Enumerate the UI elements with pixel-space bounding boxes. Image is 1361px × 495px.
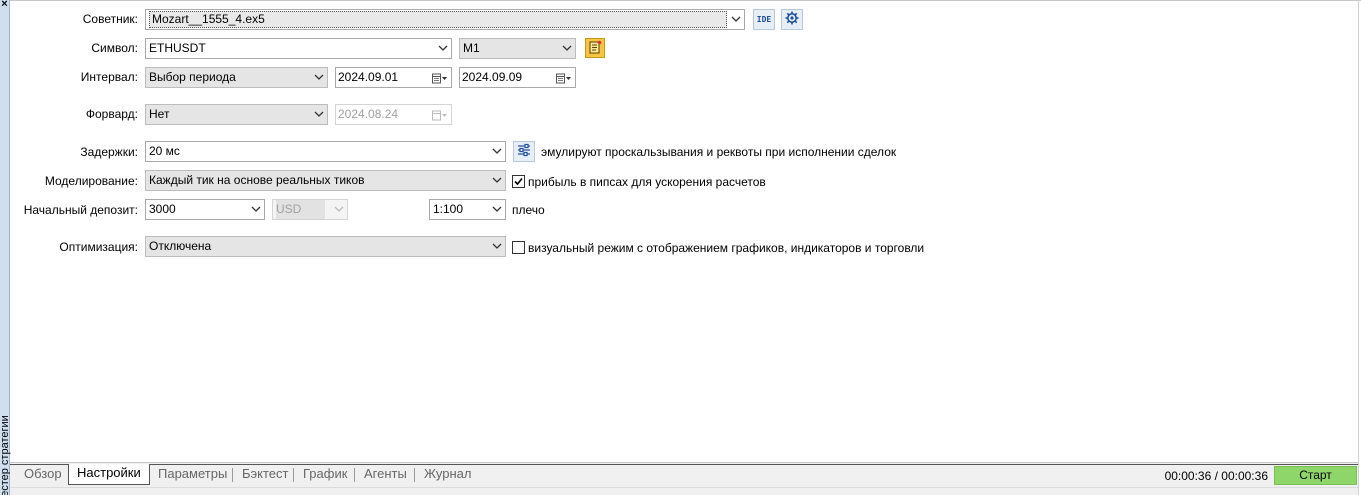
tab-separator: [414, 468, 415, 482]
start-button[interactable]: Старт: [1274, 466, 1357, 485]
chevron-down-icon: [562, 43, 572, 53]
ide-button[interactable]: IDE: [753, 9, 775, 30]
sliders-icon: [517, 143, 531, 160]
checkmark-icon: [514, 177, 523, 186]
forward-date-picker: 2024.08.24: [335, 104, 452, 125]
deposit-amount-select[interactable]: 3000: [145, 199, 265, 220]
pips-note: прибыль в пипсах для ускорения расчетов: [528, 175, 766, 189]
tab-backtest[interactable]: Бэктест: [234, 466, 297, 486]
chevron-down-icon: [334, 204, 344, 214]
forward-label: Форвард:: [85, 107, 138, 121]
chevron-down-icon: [251, 204, 261, 214]
tab-journal[interactable]: Журнал: [416, 466, 479, 486]
chevron-down-icon: [492, 204, 502, 214]
delays-value: 20 мс: [149, 144, 180, 158]
ide-icon: IDE: [756, 15, 772, 24]
tab-settings[interactable]: Настройки: [68, 464, 150, 485]
forward-date-value: 2024.08.24: [338, 107, 399, 121]
interval-mode-value: Выбор периода: [149, 70, 236, 84]
elapsed-time: 00:00:36 / 00:00:36: [1164, 469, 1268, 483]
optimization-value: Отключена: [149, 239, 212, 253]
date-from-value: 2024.09.01: [338, 70, 399, 84]
delays-label: Задержки:: [80, 145, 138, 159]
optimization-select[interactable]: Отключена: [145, 236, 506, 257]
symbol-value: ETHUSDT: [149, 41, 206, 55]
interval-label: Интервал:: [80, 70, 138, 84]
modeling-select[interactable]: Каждый тик на основе реальных тиков: [145, 170, 506, 191]
bottom-strip: [10, 487, 1358, 495]
visual-mode-note: визуальный режим с отображением графиков…: [528, 241, 925, 255]
chevron-down-icon: [314, 72, 324, 82]
calendar-icon: [432, 109, 448, 121]
chevron-down-icon: [438, 43, 448, 53]
deposit-currency-value: USD: [276, 200, 326, 219]
symbol-select[interactable]: ETHUSDT: [145, 38, 452, 59]
tab-separator: [232, 468, 233, 482]
tab-parameters[interactable]: Параметры: [150, 466, 235, 486]
pips-checkbox[interactable]: [512, 175, 525, 188]
tab-separator: [354, 468, 355, 482]
spec-sheet-icon: [588, 40, 602, 57]
chevron-down-icon: [492, 146, 502, 156]
right-border: [1358, 0, 1359, 495]
optimization-label: Оптимизация:: [59, 240, 138, 254]
tab-graph[interactable]: График: [295, 466, 355, 486]
deposit-amount-value: 3000: [149, 202, 176, 216]
timeframe-select[interactable]: M1: [459, 38, 576, 59]
tab-bar-line: [10, 464, 1358, 465]
tab-agents[interactable]: Агенты: [356, 466, 415, 486]
interval-mode-select[interactable]: Выбор периода: [145, 67, 328, 88]
tab-separator: [293, 468, 294, 482]
delays-note: эмулируют проскальзывания и реквоты при …: [541, 145, 897, 159]
deposit-label: Начальный депозит:: [23, 203, 138, 217]
leverage-label: плечо: [512, 203, 545, 217]
chevron-down-icon: [314, 109, 324, 119]
leverage-select[interactable]: 1:100: [429, 199, 506, 220]
gear-icon: [785, 11, 799, 28]
delays-select[interactable]: 20 мс: [145, 141, 506, 162]
tab-overview[interactable]: Обзор: [16, 466, 70, 486]
date-to-picker[interactable]: 2024.09.09: [459, 67, 576, 88]
forward-mode-select[interactable]: Нет: [145, 104, 328, 125]
chevron-down-icon: [492, 241, 502, 251]
advisor-label: Советник:: [82, 12, 138, 26]
advisor-settings-button[interactable]: [781, 9, 803, 30]
advisor-value: Mozart__1555_4.ex5: [149, 11, 727, 28]
calendar-icon[interactable]: [556, 72, 572, 84]
chevron-down-icon: [492, 175, 502, 185]
symbol-label: Символ:: [91, 41, 138, 55]
visual-mode-checkbox[interactable]: [512, 241, 525, 254]
modeling-value: Каждый тик на основе реальных тиков: [149, 173, 365, 187]
chevron-down-icon: [731, 14, 741, 24]
delays-settings-button[interactable]: [513, 141, 535, 162]
calendar-icon[interactable]: [432, 72, 448, 84]
deposit-currency-select: USD: [272, 199, 348, 220]
top-border: [10, 0, 1361, 1]
symbol-spec-button[interactable]: [585, 38, 605, 58]
close-icon[interactable]: ×: [0, 0, 9, 10]
forward-mode-value: Нет: [149, 107, 170, 121]
leverage-value: 1:100: [433, 202, 464, 216]
timeframe-value: M1: [463, 41, 480, 55]
advisor-select[interactable]: Mozart__1555_4.ex5: [145, 9, 745, 30]
date-to-value: 2024.09.09: [462, 70, 523, 84]
date-from-picker[interactable]: 2024.09.01: [335, 67, 452, 88]
modeling-label: Моделирование:: [44, 174, 138, 188]
